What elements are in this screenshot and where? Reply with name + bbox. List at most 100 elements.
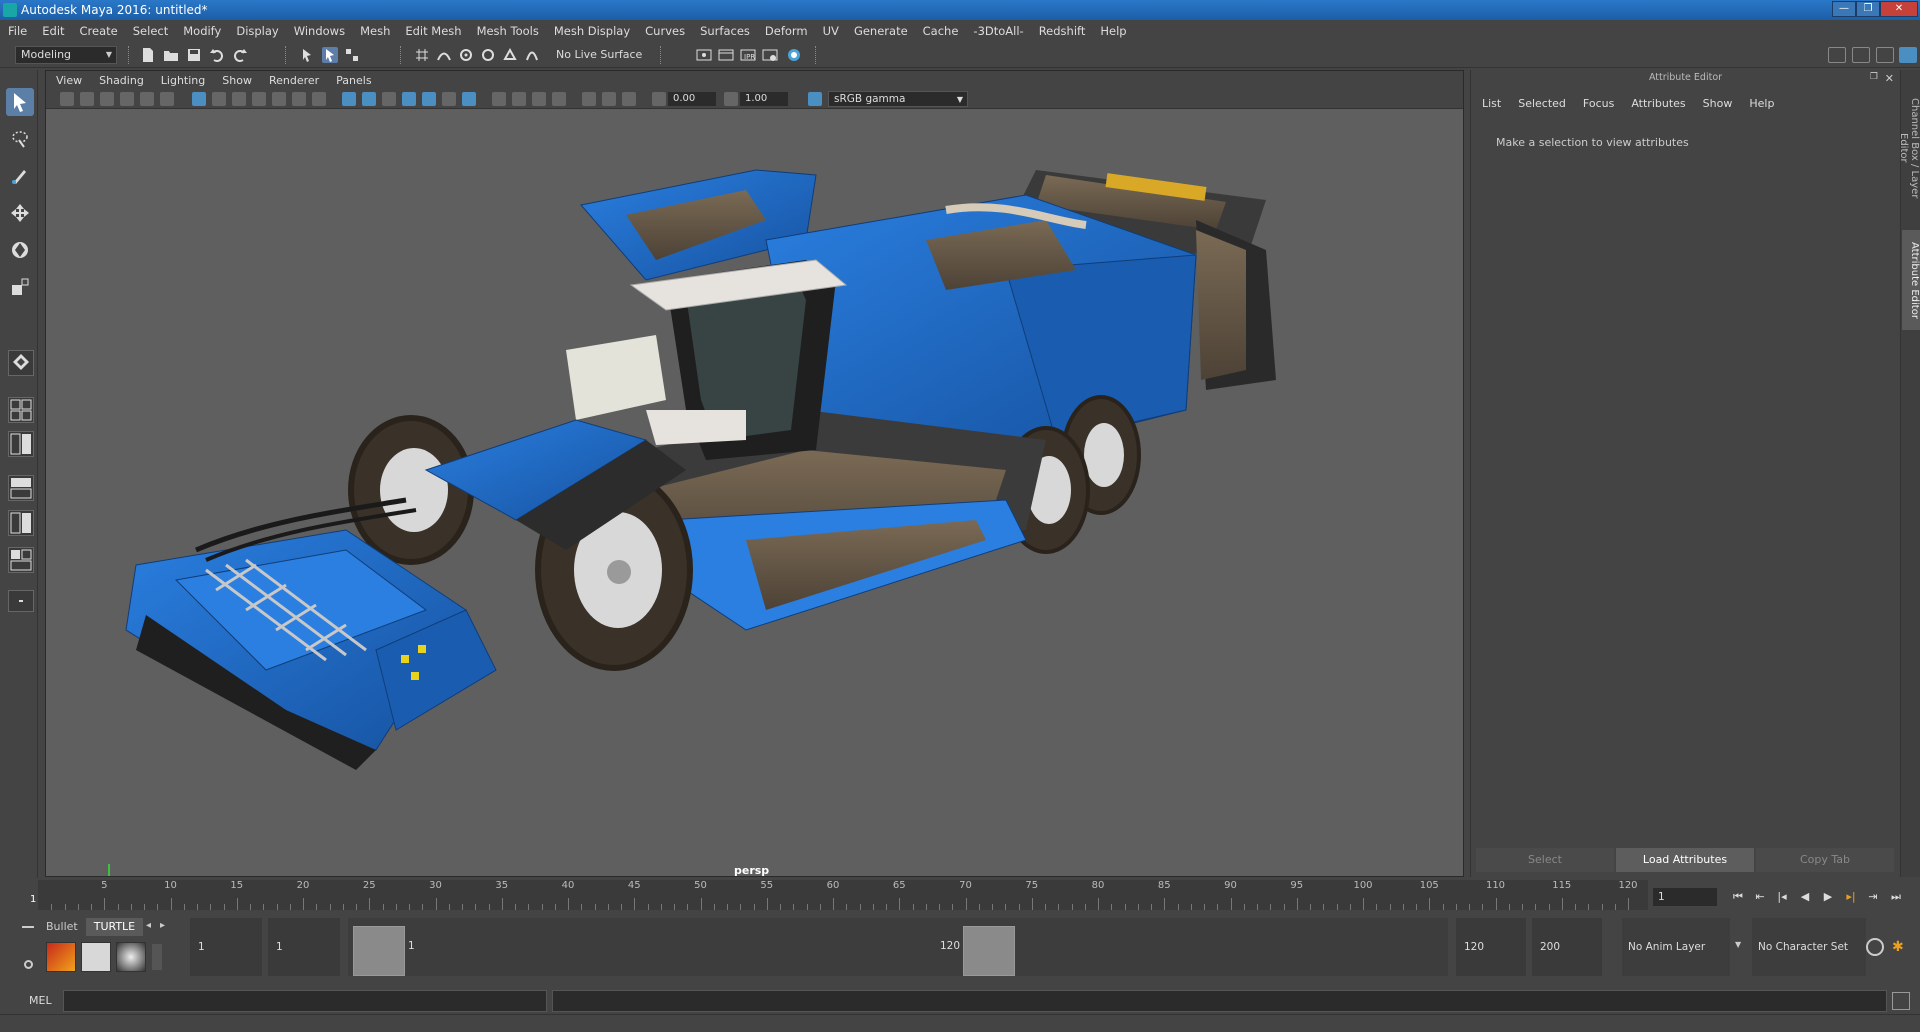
- wireframe-on-shaded-icon[interactable]: [382, 92, 396, 106]
- lasso-tool[interactable]: [6, 125, 34, 153]
- paint-select-tool[interactable]: [6, 162, 34, 190]
- exposure-field[interactable]: 0.00: [668, 92, 716, 106]
- xray-components-icon[interactable]: [622, 92, 636, 106]
- menu-uv[interactable]: UV: [823, 24, 839, 38]
- minimize-button[interactable]: —: [1832, 1, 1856, 17]
- menu-generate[interactable]: Generate: [854, 24, 908, 38]
- grid-icon[interactable]: [192, 92, 206, 106]
- scale-tool[interactable]: [6, 273, 34, 301]
- color-management-icon[interactable]: [808, 92, 822, 106]
- step-forward-key-button[interactable]: ▸|: [1843, 889, 1859, 905]
- four-view-layout-button[interactable]: [8, 397, 34, 423]
- menu-3dtoall[interactable]: -3DtoAll-: [973, 24, 1023, 38]
- move-tool[interactable]: [6, 199, 34, 227]
- tab-channel-box[interactable]: Channel Box / Layer Editor: [1898, 78, 1920, 218]
- viewport-menu-lighting[interactable]: Lighting: [161, 74, 205, 87]
- step-forward-frame-button[interactable]: ⇥: [1865, 889, 1881, 905]
- smooth-shade-icon[interactable]: [362, 92, 376, 106]
- menu-surfaces[interactable]: Surfaces: [700, 24, 750, 38]
- shadows-icon[interactable]: [442, 92, 456, 106]
- attribute-editor-toggle-icon[interactable]: [1852, 47, 1870, 63]
- side-by-side-layout-button[interactable]: [8, 431, 34, 457]
- persp-outliner-layout-button[interactable]: [8, 475, 34, 501]
- select-component-icon[interactable]: [344, 47, 360, 63]
- ae-menu-show[interactable]: Show: [1703, 97, 1733, 110]
- script-editor-icon[interactable]: [1892, 992, 1910, 1010]
- redo-icon[interactable]: [232, 47, 248, 63]
- close-button[interactable]: ✕: [1880, 1, 1918, 17]
- shelf-scroll-right-icon[interactable]: ▸: [160, 920, 165, 931]
- snap-view-plane-icon[interactable]: [480, 47, 496, 63]
- textured-icon[interactable]: [402, 92, 416, 106]
- viewport-menu-panels[interactable]: Panels: [336, 74, 371, 87]
- shelf-scroll-icon[interactable]: [152, 944, 162, 970]
- menu-mesh-display[interactable]: Mesh Display: [554, 24, 630, 38]
- menu-redshift[interactable]: Redshift: [1039, 24, 1086, 38]
- select-tool[interactable]: [6, 88, 34, 116]
- menu-mesh[interactable]: Mesh: [360, 24, 390, 38]
- shelf-menu-icon[interactable]: [22, 926, 34, 928]
- close-panel-icon[interactable]: ✕: [1885, 72, 1894, 85]
- range-end-handle[interactable]: [963, 926, 1015, 976]
- auto-key-icon[interactable]: [1866, 938, 1884, 956]
- multisample-aa-icon[interactable]: [512, 92, 526, 106]
- menu-file[interactable]: File: [8, 24, 27, 38]
- film-gate-icon[interactable]: [212, 92, 226, 106]
- rotate-tool[interactable]: [6, 236, 34, 264]
- field-chart-icon[interactable]: [272, 92, 286, 106]
- safe-title-icon[interactable]: [312, 92, 326, 106]
- play-backwards-button[interactable]: ◀: [1797, 889, 1813, 905]
- play-forwards-button[interactable]: ▶: [1820, 889, 1836, 905]
- step-back-frame-button[interactable]: ⇤: [1752, 889, 1768, 905]
- playback-start-field[interactable]: 1: [268, 918, 340, 976]
- safe-action-icon[interactable]: [292, 92, 306, 106]
- select-camera-icon[interactable]: [60, 92, 74, 106]
- viewport-menu-view[interactable]: View: [56, 74, 82, 87]
- save-scene-icon[interactable]: [186, 47, 202, 63]
- ae-menu-attributes[interactable]: Attributes: [1631, 97, 1685, 110]
- maximize-button[interactable]: ❐: [1856, 1, 1880, 17]
- select-hierarchy-icon[interactable]: [300, 47, 316, 63]
- shelf-tab-turtle[interactable]: TURTLE: [85, 918, 144, 936]
- render-settings-icon[interactable]: [762, 47, 778, 63]
- tool-settings-icon[interactable]: [1876, 47, 1894, 63]
- bookmarks-icon[interactable]: [100, 92, 114, 106]
- menu-edit[interactable]: Edit: [42, 24, 64, 38]
- isolate-select-icon[interactable]: [552, 92, 566, 106]
- ae-menu-focus[interactable]: Focus: [1583, 97, 1614, 110]
- two-d-pan-zoom-icon[interactable]: [140, 92, 154, 106]
- shelf-scroll-left-icon[interactable]: ◂: [146, 920, 151, 931]
- gate-mask-icon[interactable]: [252, 92, 266, 106]
- viewport-menu-renderer[interactable]: Renderer: [269, 74, 319, 87]
- gamma-icon[interactable]: [724, 92, 738, 106]
- go-to-start-button[interactable]: ⏮: [1730, 889, 1746, 905]
- animation-preferences-icon[interactable]: ✱: [1892, 938, 1910, 956]
- viewport-menu-show[interactable]: Show: [222, 74, 252, 87]
- time-slider-track[interactable]: 5 10 15 20 25 30 35 40 45 50 55 60 65 70 75 80 85 90 95 100…: [38, 880, 1648, 910]
- viewport-3d-scene[interactable]: persp: [46, 110, 1463, 876]
- persp-graph-layout-button[interactable]: [8, 510, 34, 536]
- range-start-handle[interactable]: [353, 926, 405, 976]
- modeling-toolkit-icon[interactable]: [1828, 47, 1846, 63]
- resolution-gate-icon[interactable]: [232, 92, 246, 106]
- menu-set-select[interactable]: Modeling ▼: [15, 46, 117, 64]
- tab-attribute-editor[interactable]: Attribute Editor: [1902, 230, 1920, 330]
- render-current-frame-icon[interactable]: [718, 47, 734, 63]
- script-language-label[interactable]: MEL: [29, 994, 52, 1007]
- select-object-icon[interactable]: [322, 47, 338, 63]
- playback-end-field[interactable]: 120: [1456, 918, 1526, 976]
- menu-help[interactable]: Help: [1100, 24, 1126, 38]
- ambient-occlusion-icon[interactable]: [462, 92, 476, 106]
- current-frame-field[interactable]: 1: [1653, 888, 1717, 906]
- single-perspective-layout-button[interactable]: [8, 350, 34, 376]
- copy-tab-button[interactable]: Copy Tab: [1756, 848, 1894, 872]
- gamma-field[interactable]: 1.00: [740, 92, 788, 106]
- xray-icon[interactable]: [582, 92, 596, 106]
- range-slider-track[interactable]: 1 120: [348, 918, 1448, 976]
- depth-of-field-icon[interactable]: [532, 92, 546, 106]
- anim-layer-select[interactable]: No Anim Layer: [1622, 918, 1730, 976]
- camera-attributes-icon[interactable]: [80, 92, 94, 106]
- menu-create[interactable]: Create: [80, 24, 118, 38]
- view-transform-select[interactable]: sRGB gamma ▼: [828, 91, 968, 107]
- command-input[interactable]: [63, 990, 547, 1012]
